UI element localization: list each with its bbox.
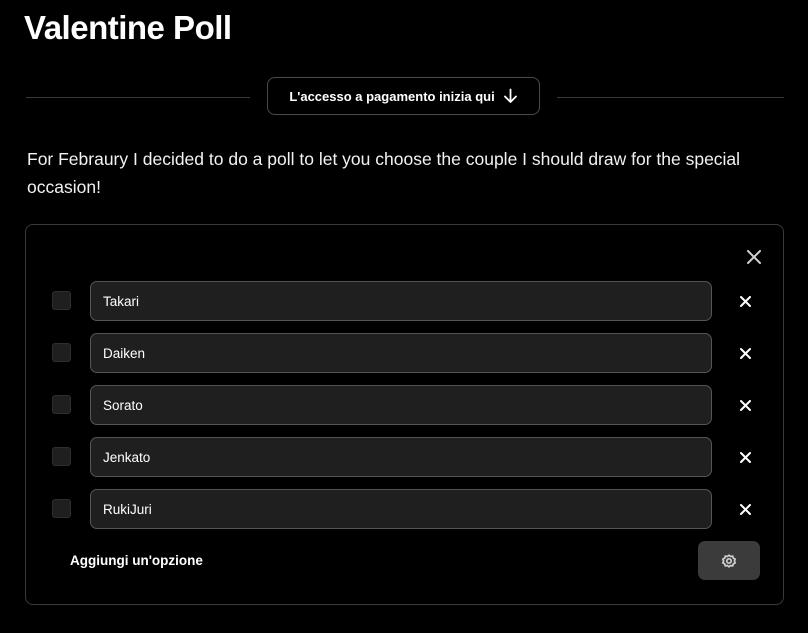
remove-option-button[interactable] (735, 343, 755, 363)
paywall-button-label: L'accesso a pagamento inizia qui (289, 88, 495, 104)
remove-option-button[interactable] (735, 291, 755, 311)
paywall-start-button[interactable]: L'accesso a pagamento inizia qui (267, 77, 540, 115)
poll-option-row (26, 333, 783, 373)
gear-icon (721, 553, 737, 568)
option-checkbox[interactable] (52, 395, 71, 414)
poll-option-row (26, 489, 783, 529)
poll-close-button[interactable] (743, 246, 765, 268)
poll-option-row (26, 437, 783, 477)
option-input[interactable] (90, 333, 712, 373)
add-option-button[interactable]: Aggiungi un'opzione (70, 553, 203, 568)
option-checkbox[interactable] (52, 499, 71, 518)
option-checkbox[interactable] (52, 291, 71, 310)
remove-option-button[interactable] (735, 395, 755, 415)
option-input[interactable] (90, 489, 712, 529)
post-title: Valentine Poll (24, 9, 232, 46)
paywall-divider: L'accesso a pagamento inizia qui (26, 77, 784, 117)
arrow-down-icon (503, 88, 518, 104)
remove-option-button[interactable] (735, 499, 755, 519)
option-input[interactable] (90, 437, 712, 477)
close-icon (739, 295, 751, 307)
close-icon (739, 503, 751, 515)
close-icon (739, 399, 751, 411)
post-body-text: For Febraury I decided to do a poll to l… (27, 149, 741, 197)
divider-line-right (557, 97, 784, 98)
remove-option-button[interactable] (735, 447, 755, 467)
divider-line-left (26, 97, 250, 98)
poll-option-row (26, 385, 783, 425)
option-checkbox[interactable] (52, 447, 71, 466)
poll-editor: Aggiungi un'opzione (25, 224, 784, 605)
close-icon (747, 250, 761, 264)
close-icon (739, 347, 751, 359)
poll-settings-button[interactable] (698, 541, 760, 580)
option-checkbox[interactable] (52, 343, 71, 362)
option-input[interactable] (90, 281, 712, 321)
poll-option-row (26, 281, 783, 321)
option-input[interactable] (90, 385, 712, 425)
page: Valentine Poll L'accesso a pagamento ini… (0, 0, 808, 633)
close-icon (739, 451, 751, 463)
